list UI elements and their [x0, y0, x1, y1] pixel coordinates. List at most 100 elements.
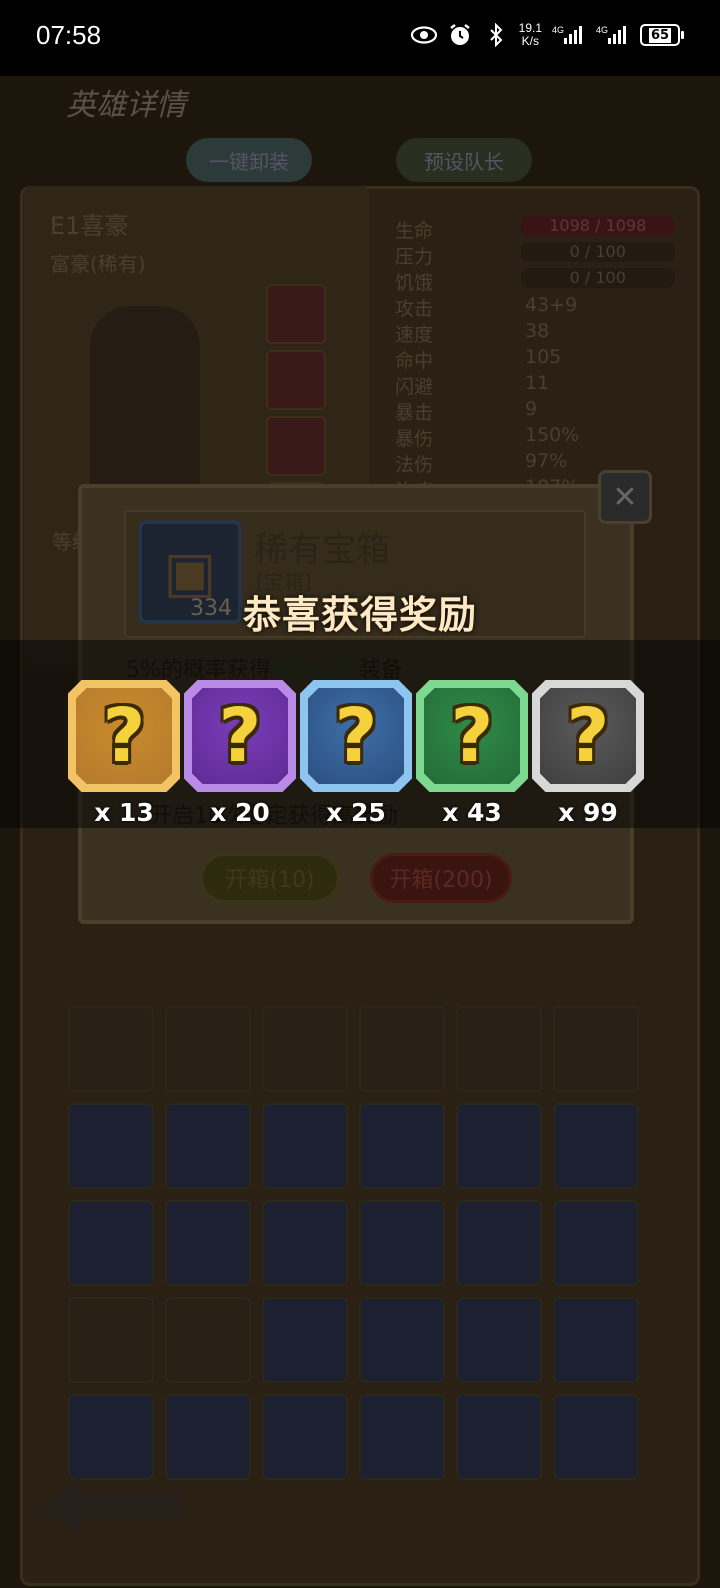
question-mark-icon: ?: [566, 693, 610, 779]
inventory-slot[interactable]: [553, 1200, 639, 1286]
stat-row: 饥饿 0 / 100: [395, 268, 675, 294]
inventory-slot[interactable]: [165, 1297, 251, 1383]
inventory-slot[interactable]: [553, 1103, 639, 1189]
back-arrow-icon[interactable]: [30, 1466, 190, 1546]
inventory-slot[interactable]: [262, 1103, 348, 1189]
stat-row: 闪避 11: [395, 372, 675, 398]
stat-label: 饥饿: [395, 272, 434, 294]
question-mark-icon: ?: [450, 693, 494, 779]
stat-label: 压力: [395, 246, 434, 268]
stat-label: 生命: [395, 220, 434, 242]
inventory-slot[interactable]: [165, 1006, 251, 1092]
inventory-slot[interactable]: [68, 1297, 154, 1383]
stat-label: 命中: [395, 350, 434, 372]
close-icon: ✕: [612, 479, 638, 515]
reward-item-gray[interactable]: ? x 99: [532, 680, 644, 827]
battery-level: 65: [648, 27, 672, 43]
inventory-slot[interactable]: [456, 1103, 542, 1189]
signal-icon: 4G: [596, 22, 630, 48]
reward-item-gold[interactable]: ? x 13: [68, 680, 180, 827]
page-title: 英雄详情: [66, 88, 186, 123]
equip-slot[interactable]: [266, 416, 326, 476]
reward-box: ?: [68, 680, 180, 792]
question-mark-icon: ?: [218, 693, 262, 779]
stat-value: 43+9: [525, 294, 578, 316]
equip-slot[interactable]: [266, 284, 326, 344]
stat-row: 速度 38: [395, 320, 675, 346]
question-mark-icon: ?: [102, 693, 146, 779]
open-10-button[interactable]: 开箱(10): [200, 853, 340, 903]
signal2-label: 4G: [596, 25, 608, 35]
status-icons: 19.1 K/s 4G 4G 65: [410, 21, 684, 48]
reward-count: x 20: [210, 798, 270, 827]
inventory-slot[interactable]: [359, 1006, 445, 1092]
signal-icon: 4G: [552, 22, 586, 48]
stat-value: 105: [525, 346, 562, 368]
stat-value: 38: [525, 320, 550, 342]
inventory-slot[interactable]: [359, 1297, 445, 1383]
inventory-slot[interactable]: [456, 1200, 542, 1286]
stat-value: 9: [525, 398, 538, 420]
signal1-label: 4G: [552, 25, 564, 35]
reward-box: ?: [532, 680, 644, 792]
inventory-slot[interactable]: [553, 1394, 639, 1480]
inventory-slot[interactable]: [262, 1394, 348, 1480]
inventory-slot[interactable]: [553, 1006, 639, 1092]
reward-title: 恭喜获得奖励: [242, 593, 477, 637]
hero-name: E1喜豪: [50, 212, 129, 240]
stat-label: 攻击: [395, 298, 434, 320]
stat-value: 11: [525, 372, 550, 394]
inventory-slot[interactable]: [165, 1103, 251, 1189]
preset-leader-button[interactable]: 预设队长: [396, 138, 532, 182]
reward-box: ?: [416, 680, 528, 792]
close-button[interactable]: ✕: [598, 470, 652, 524]
stat-row: 压力 0 / 100: [395, 242, 675, 268]
reward-count: x 13: [94, 798, 154, 827]
inventory-slot[interactable]: [68, 1200, 154, 1286]
hero-rank: 富豪(稀有): [50, 252, 146, 276]
inventory-slot[interactable]: [359, 1394, 445, 1480]
reward-item-blue[interactable]: ? x 25: [300, 680, 412, 827]
status-bar: 07:58 19.1 K/s 4G 4G 65: [0, 0, 720, 76]
question-mark-icon: ?: [334, 693, 378, 779]
battery-icon: 65: [640, 24, 684, 46]
stat-value: 0 / 100: [520, 268, 675, 288]
open-200-button[interactable]: 开箱(200): [370, 853, 512, 903]
inventory-slot[interactable]: [262, 1006, 348, 1092]
inventory-slot[interactable]: [262, 1297, 348, 1383]
status-time: 07:58: [36, 20, 102, 50]
reward-count: x 25: [326, 798, 386, 827]
stat-value: 1098 / 1098: [520, 216, 675, 236]
stat-label: 闪避: [395, 376, 434, 398]
inventory-slot[interactable]: [456, 1297, 542, 1383]
equip-slot[interactable]: [266, 350, 326, 410]
inventory-slot[interactable]: [68, 1006, 154, 1092]
inventory-slot[interactable]: [456, 1394, 542, 1480]
stat-label: 暴击: [395, 402, 434, 424]
reward-item-green[interactable]: ? x 43: [416, 680, 528, 827]
inventory-slot[interactable]: [68, 1103, 154, 1189]
reward-box: ?: [300, 680, 412, 792]
inventory-slot[interactable]: [165, 1200, 251, 1286]
stat-value: 0 / 100: [520, 242, 675, 262]
inventory-slot[interactable]: [553, 1297, 639, 1383]
reward-box: ?: [184, 680, 296, 792]
stat-row: 暴击 9: [395, 398, 675, 424]
bluetooth-icon: [483, 22, 509, 48]
stat-label: 暴伤: [395, 428, 434, 450]
inventory-slot[interactable]: [456, 1006, 542, 1092]
reward-item-purple[interactable]: ? x 20: [184, 680, 296, 827]
stat-row: 命中 105: [395, 346, 675, 372]
equip-all-button[interactable]: 一键卸装: [186, 138, 312, 182]
inventory-slot[interactable]: [262, 1200, 348, 1286]
chest-name: 稀有宝箱: [254, 530, 390, 570]
stat-row: 生命 1098 / 1098: [395, 216, 675, 242]
stat-row: 攻击 43+9: [395, 294, 675, 320]
network-speed: 19.1 K/s: [518, 21, 542, 48]
hero-portrait: [90, 306, 200, 506]
inventory-slot[interactable]: [359, 1200, 445, 1286]
reward-count: x 43: [442, 798, 502, 827]
inventory-slot[interactable]: [359, 1103, 445, 1189]
reward-items: ? x 13? x 20? x 25? x 43 ? x 99: [68, 680, 648, 860]
stat-row: 暴伤 150%: [395, 424, 675, 450]
